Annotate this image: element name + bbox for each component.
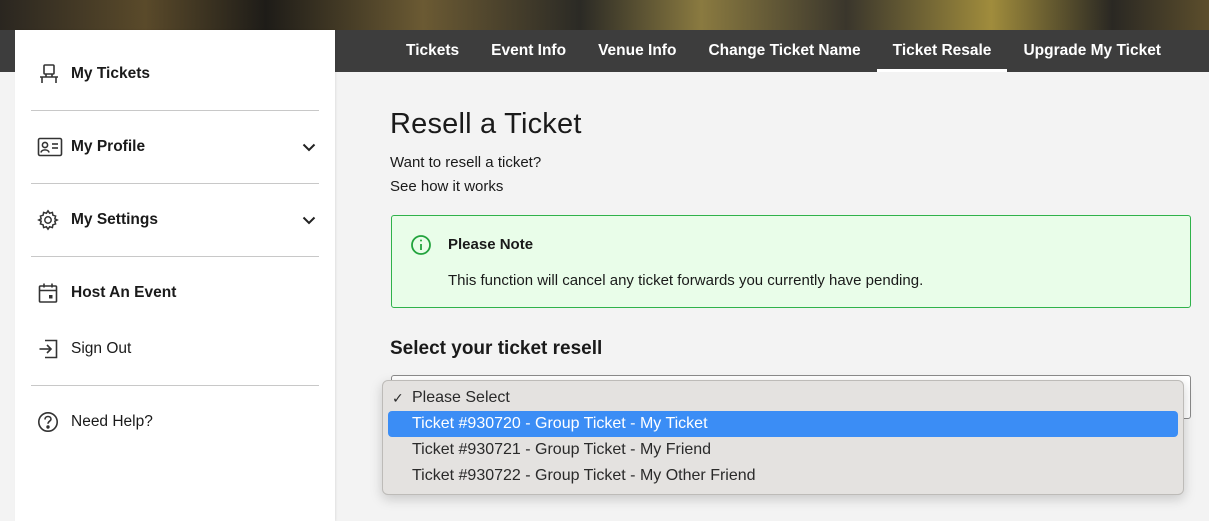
- sidebar-item-sign-out[interactable]: Sign Out: [31, 329, 319, 369]
- event-banner: [0, 0, 1209, 30]
- tab-event-info[interactable]: Event Info: [475, 30, 582, 72]
- chevron-down-icon[interactable]: [299, 216, 319, 225]
- help-icon: [31, 411, 71, 433]
- seat-icon: [31, 63, 71, 85]
- check-icon: ✓: [392, 390, 404, 406]
- sidebar-item-need-help[interactable]: Need Help?: [31, 402, 319, 442]
- option-label: Ticket #930722 - Group Ticket - My Other…: [412, 467, 756, 484]
- select-option-ticket-930721[interactable]: Ticket #930721 - Group Ticket - My Frien…: [388, 437, 1178, 463]
- tab-venue-info[interactable]: Venue Info: [582, 30, 692, 72]
- option-label: Please Select: [412, 389, 510, 406]
- id-card-icon: [31, 137, 71, 157]
- sidebar-item-label: Sign Out: [71, 340, 132, 357]
- note-heading: Please Note: [448, 236, 534, 253]
- sidebar-item-label: Need Help?: [71, 413, 153, 430]
- tab-tickets[interactable]: Tickets: [390, 30, 475, 72]
- select-option-please-select[interactable]: ✓ Please Select: [388, 385, 1178, 411]
- sidebar-divider: [31, 110, 319, 111]
- sidebar-item-label: Host An Event: [71, 284, 177, 301]
- sidebar-item-label: My Profile: [71, 138, 146, 155]
- info-icon: [410, 234, 432, 261]
- page-title: Resell a Ticket: [390, 108, 582, 140]
- tab-change-ticket-name[interactable]: Change Ticket Name: [692, 30, 876, 72]
- event-tabs: Tickets Event Info Venue Info Change Tic…: [390, 30, 1177, 72]
- calendar-icon: [31, 282, 71, 304]
- sidebar: My Tickets My Profile My Settings Host A…: [15, 30, 335, 521]
- sidebar-item-label: My Settings: [71, 211, 158, 228]
- sidebar-item-my-profile[interactable]: My Profile: [31, 127, 319, 167]
- ticket-select-dropdown: ✓ Please Select Ticket #930720 - Group T…: [382, 380, 1184, 495]
- tab-ticket-resale[interactable]: Ticket Resale: [876, 30, 1008, 72]
- intro-text: Want to resell a ticket?: [390, 154, 542, 171]
- ticket-select-label: Select your ticket resell: [390, 338, 603, 359]
- select-option-ticket-930720[interactable]: Ticket #930720 - Group Ticket - My Ticke…: [388, 411, 1178, 437]
- note-box: Please Note This function will cancel an…: [391, 215, 1191, 308]
- chevron-down-icon[interactable]: [299, 143, 319, 152]
- sidebar-item-label: My Tickets: [71, 65, 150, 82]
- sidebar-item-my-tickets[interactable]: My Tickets: [31, 54, 319, 94]
- tab-upgrade-my-ticket[interactable]: Upgrade My Ticket: [1007, 30, 1177, 72]
- select-option-ticket-930722[interactable]: Ticket #930722 - Group Ticket - My Other…: [388, 463, 1178, 489]
- sidebar-divider: [31, 183, 319, 184]
- option-label: Ticket #930720 - Group Ticket - My Ticke…: [412, 415, 708, 432]
- sign-out-icon: [31, 338, 71, 360]
- sidebar-item-my-settings[interactable]: My Settings: [31, 200, 319, 240]
- gear-icon: [31, 209, 71, 231]
- sidebar-item-host-an-event[interactable]: Host An Event: [31, 273, 319, 313]
- option-label: Ticket #930721 - Group Ticket - My Frien…: [412, 441, 712, 458]
- sidebar-divider: [31, 256, 319, 257]
- how-it-works-link[interactable]: See how it works: [390, 178, 503, 195]
- sidebar-divider: [31, 385, 319, 386]
- note-body: This function will cancel any ticket for…: [448, 272, 924, 289]
